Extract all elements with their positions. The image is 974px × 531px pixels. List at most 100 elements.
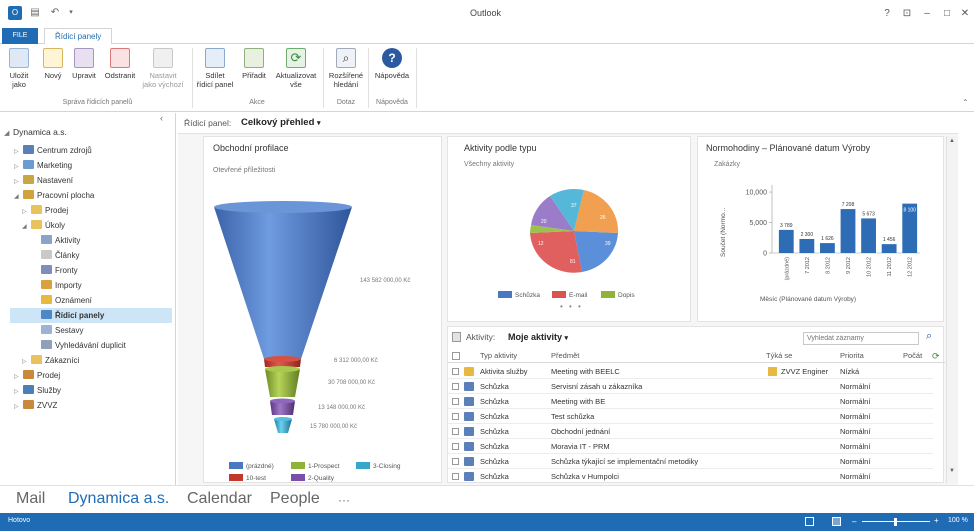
navigation-pane: ‹ ◢ Dynamica a.s. ▷ Centrum zdrojů ▷ Marketi… — [0, 113, 176, 485]
row-checkbox[interactable] — [452, 413, 459, 420]
nav-item[interactable]: Sestavy — [10, 323, 172, 338]
cell-subject[interactable]: Schůzka týkající se implementační metodi… — [551, 454, 698, 469]
maximize-icon[interactable]: □ — [940, 8, 954, 19]
pie-more-icon[interactable]: • • • — [560, 302, 583, 311]
set-default-button[interactable]: Nastavit jako výchozí — [138, 48, 188, 89]
row-checkbox[interactable] — [452, 458, 459, 465]
table-row[interactable]: Schůzka Moravia IT - PRM Normální — [448, 439, 933, 454]
table-row[interactable]: Schůzka Test schůzka Normální — [448, 409, 933, 424]
scroll-down-icon[interactable]: ▼ — [949, 468, 955, 474]
zoom-out-icon[interactable]: – — [852, 517, 856, 526]
nav-item[interactable]: ▷ Služby — [10, 383, 172, 398]
cell-subject[interactable]: Moravia IT - PRM — [551, 439, 610, 454]
col-priority[interactable]: Priorita — [840, 349, 864, 363]
save-as-button[interactable]: Uložit jako — [6, 48, 32, 89]
table-row[interactable]: Schůzka Schůzka v Humpolci Normální — [448, 469, 933, 482]
nav-item[interactable]: ▷ Marketing — [10, 158, 172, 173]
edit-button[interactable]: Upravit — [68, 48, 100, 80]
advanced-find-button[interactable]: ⌕ Rozšířené hledání — [326, 48, 366, 89]
bar — [778, 229, 794, 253]
nav-calendar[interactable]: Calendar — [187, 490, 252, 508]
refresh-grid-icon[interactable]: ⟳ — [932, 349, 940, 363]
new-button[interactable]: Nový — [40, 48, 66, 80]
minimize-icon[interactable]: – — [920, 8, 934, 19]
nav-item[interactable]: Fronty — [10, 263, 172, 278]
dashboard-scrollbar[interactable]: ▲ ▼ — [946, 136, 958, 483]
nav-item[interactable]: ▷ Prodej — [10, 203, 172, 218]
help-button[interactable]: ? Nápověda — [370, 48, 414, 80]
close-icon[interactable]: ✕ — [958, 8, 972, 19]
dashboard-selector[interactable]: Celkový přehled ▾ — [241, 117, 321, 128]
y-tick-label: 10,000 — [746, 190, 768, 197]
row-checkbox[interactable] — [452, 428, 459, 435]
nav-item[interactable]: Importy — [10, 278, 172, 293]
reading-view-icon[interactable] — [832, 517, 841, 526]
cell-regarding[interactable]: ZVVZ Enginer — [781, 364, 828, 379]
collapse-nav-icon[interactable]: ‹ — [160, 113, 163, 123]
cell-subject[interactable]: Meeting with BEELC — [551, 364, 620, 379]
normal-view-icon[interactable] — [805, 517, 814, 526]
nav-item[interactable]: Řídicí panely — [10, 308, 172, 323]
row-checkbox[interactable] — [452, 383, 459, 390]
row-checkbox[interactable] — [452, 473, 459, 480]
activity-type-icon — [464, 442, 474, 451]
row-checkbox[interactable] — [452, 368, 459, 375]
zoom-level[interactable]: 100 % — [948, 517, 968, 524]
delete-button[interactable]: Odstranit — [102, 48, 138, 80]
refresh-all-button[interactable]: ⟳ Aktualizovat vše — [272, 48, 320, 89]
nav-item[interactable]: ▷ Zákazníci — [10, 353, 172, 368]
tab-ridici-panely[interactable]: Řídicí panely — [44, 28, 113, 45]
nav-item[interactable]: ▷ ZVVZ — [10, 398, 172, 413]
collapse-ribbon-icon[interactable]: ⌃ — [962, 98, 969, 107]
table-row[interactable]: Schůzka Servisní zásah u zákazníka Normáln… — [448, 379, 933, 394]
cell-subject[interactable]: Test schůzka — [551, 409, 594, 424]
nav-more-icon[interactable]: ··· — [338, 493, 350, 507]
cell-subject[interactable]: Schůzka v Humpolci — [551, 469, 619, 482]
nav-people[interactable]: People — [270, 490, 320, 508]
nav-item[interactable]: ▷ Nastavení — [10, 173, 172, 188]
cell-subject[interactable]: Obchodní jednání — [551, 424, 610, 439]
table-row[interactable]: Aktivita služby Meeting with BEELC ZVVZ En… — [448, 364, 933, 379]
nav-dynamica[interactable]: Dynamica a.s. — [68, 490, 169, 508]
table-row[interactable]: Schůzka Obchodní jednání Normální — [448, 424, 933, 439]
nav-item[interactable]: Vyhledávání duplicit — [10, 338, 172, 353]
cell-subject[interactable]: Servisní zásah u zákazníka — [551, 379, 642, 394]
nav-mail[interactable]: Mail — [16, 490, 45, 508]
row-checkbox[interactable] — [452, 443, 459, 450]
search-input[interactable] — [803, 332, 919, 345]
activities-view-selector[interactable]: Moje aktivity ▾ — [508, 332, 568, 342]
nav-item[interactable]: ▷ Prodej — [10, 368, 172, 383]
zoom-slider-thumb[interactable] — [894, 518, 897, 526]
cell-priority: Nízká — [840, 367, 860, 376]
nav-item[interactable]: ◢ Pracovní plocha — [10, 188, 172, 203]
col-regarding[interactable]: Týká se — [766, 349, 792, 363]
nav-item-icon — [41, 310, 52, 319]
ribbon-display-icon[interactable]: ⊡ — [900, 8, 914, 19]
zoom-in-icon[interactable]: + — [934, 516, 939, 525]
col-subject[interactable]: Předmět — [551, 349, 579, 363]
customize-qat-icon[interactable]: ▾ — [64, 6, 78, 20]
save-icon[interactable]: ▤ — [28, 6, 42, 20]
nav-item[interactable]: Aktivity — [10, 233, 172, 248]
nav-item[interactable]: Články — [10, 248, 172, 263]
col-start[interactable]: Počát — [903, 349, 922, 363]
table-row[interactable]: Schůzka Meeting with BE Normální — [448, 394, 933, 409]
cell-subject[interactable]: Meeting with BE — [551, 394, 605, 409]
cell-priority: Normální — [840, 397, 871, 406]
share-dashboard-button[interactable]: Sdílet řídicí panel — [194, 48, 236, 89]
row-checkbox[interactable] — [452, 398, 459, 405]
undo-icon[interactable]: ↶ — [48, 6, 62, 20]
nav-item[interactable]: ◢ Úkoly — [10, 218, 172, 233]
col-type[interactable]: Typ aktivity — [480, 349, 517, 363]
table-row[interactable]: Schůzka Schůzka týkající se implementační… — [448, 454, 933, 469]
caret-icon[interactable]: ▷ — [14, 400, 23, 415]
search-icon[interactable]: ⌕ — [926, 330, 932, 343]
select-all-checkbox[interactable] — [452, 352, 460, 360]
scroll-up-icon[interactable]: ▲ — [949, 138, 955, 144]
help-icon[interactable]: ? — [880, 8, 894, 19]
tab-file[interactable]: FILE — [2, 28, 38, 44]
nav-root[interactable]: ◢ Dynamica a.s. — [4, 125, 67, 140]
nav-item[interactable]: Oznámení — [10, 293, 172, 308]
nav-item[interactable]: ▷ Centrum zdrojů — [10, 143, 172, 158]
assign-button[interactable]: Přiřadit — [238, 48, 270, 80]
